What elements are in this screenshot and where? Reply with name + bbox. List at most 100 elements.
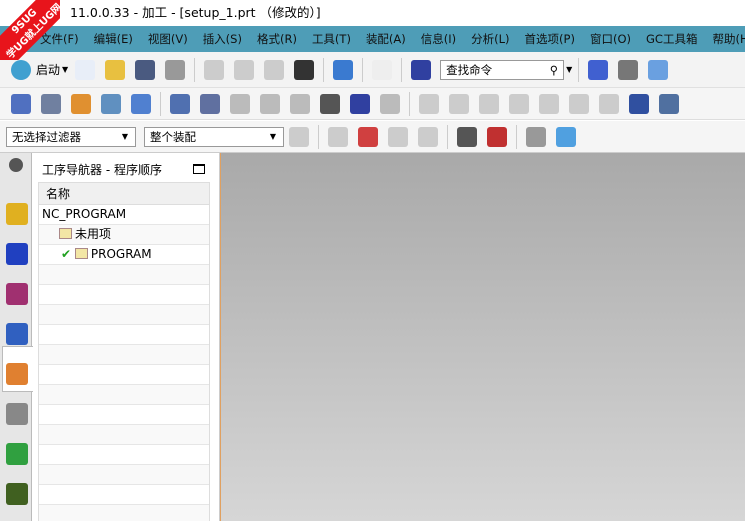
new-file-icon[interactable] — [75, 59, 96, 80]
machining-time-icon[interactable] — [659, 93, 679, 114]
tree-row-nc-program[interactable]: NC_PROGRAM — [39, 205, 209, 225]
info-icon[interactable] — [411, 59, 432, 80]
menu-item[interactable]: 工具(T) — [312, 31, 351, 47]
rename-icon[interactable] — [290, 93, 310, 114]
save-icon[interactable] — [135, 59, 156, 80]
empty-row — [39, 385, 209, 405]
empty-row — [39, 465, 209, 485]
open-folder-icon[interactable] — [105, 59, 126, 80]
empty-row — [39, 405, 209, 425]
shop-doc-icon[interactable] — [569, 93, 589, 114]
empty-row — [39, 265, 209, 285]
tree-row-unused[interactable]: 未用项 — [39, 225, 209, 245]
program-group-icon — [59, 228, 72, 239]
edit-object-icon[interactable] — [170, 93, 190, 114]
settings-gear-icon[interactable] — [9, 158, 23, 172]
operation-navigator-panel: 工序导航器 - 程序顺序 名称 NC_PROGRAM 未用项 ✔ PROGRAM — [33, 153, 220, 521]
menu-item[interactable]: 窗口(O) — [590, 31, 631, 47]
menu-item[interactable]: 编辑(E) — [94, 31, 133, 47]
toolbar-separator — [160, 91, 161, 116]
command-search-input[interactable]: 查找命令 ⚲ — [440, 59, 565, 80]
delete-icon[interactable] — [294, 59, 315, 80]
toolbar-separator — [401, 57, 403, 82]
start-button[interactable]: 启动 — [36, 61, 60, 78]
menu-item[interactable]: 视图(V) — [148, 31, 188, 47]
constraint-navigator-icon[interactable] — [6, 243, 28, 265]
watermark-logo: 9SUG 学UG就上UG网 — [0, 0, 60, 60]
menu-item[interactable]: 装配(A) — [366, 31, 406, 47]
snap-icon[interactable] — [328, 126, 348, 147]
shaded-cube-icon[interactable] — [648, 59, 669, 80]
fit-view-icon[interactable] — [588, 59, 609, 80]
render-style-icon[interactable] — [618, 59, 639, 80]
select-feature-icon[interactable] — [289, 126, 309, 147]
window-title: 11.0.0.33 - 加工 - [setup_1.prt （修改的）] — [0, 0, 745, 26]
snap-end-icon[interactable] — [418, 126, 438, 147]
navigator-tree: 名称 NC_PROGRAM 未用项 ✔ PROGRAM — [38, 182, 210, 521]
copy-object-icon[interactable] — [230, 93, 250, 114]
undo-icon[interactable] — [333, 59, 354, 80]
graphics-viewport[interactable] — [220, 153, 745, 521]
resource-bar — [0, 153, 33, 521]
empty-row — [39, 325, 209, 345]
empty-row — [39, 505, 209, 521]
empty-row — [39, 485, 209, 505]
hexagon-select-icon[interactable] — [457, 126, 477, 147]
create-geometry-icon[interactable] — [71, 93, 91, 114]
tree-row-program[interactable]: ✔ PROGRAM — [39, 245, 209, 265]
machine-tool-icon[interactable] — [6, 363, 28, 385]
assembly-navigator-icon[interactable] — [6, 203, 28, 225]
replay-path-icon[interactable] — [449, 93, 469, 114]
empty-row — [39, 425, 209, 445]
menu-item[interactable]: 首选项(P) — [525, 31, 575, 47]
operation-navigator-icon[interactable] — [6, 323, 28, 345]
paste-object-icon[interactable] — [260, 93, 280, 114]
menu-item[interactable]: 帮助(H) — [712, 31, 745, 47]
menu-item[interactable]: GC工具箱 — [646, 31, 697, 47]
postprocess-icon[interactable] — [539, 93, 559, 114]
rect-select-icon[interactable] — [487, 126, 507, 147]
blank-doc-icon[interactable] — [372, 59, 393, 80]
object-info-icon[interactable] — [350, 93, 370, 114]
reuse-library-icon[interactable] — [6, 443, 28, 465]
display-object-icon[interactable] — [380, 93, 400, 114]
list-path-icon[interactable] — [509, 93, 529, 114]
empty-row — [39, 365, 209, 385]
toolbar-separator — [194, 57, 196, 82]
batch-process-icon[interactable] — [599, 93, 619, 114]
print-icon[interactable] — [165, 59, 186, 80]
history-eye-icon[interactable] — [6, 483, 28, 505]
eraser-icon[interactable] — [526, 126, 546, 147]
program-group-icon — [74, 248, 88, 259]
cut-object-icon[interactable] — [200, 93, 220, 114]
paste-icon[interactable] — [264, 59, 285, 80]
copy-icon[interactable] — [234, 59, 255, 80]
search-icon: ⚲ — [549, 62, 559, 77]
menu-item[interactable]: 格式(R) — [257, 31, 297, 47]
start-globe-icon[interactable] — [11, 59, 31, 80]
cut-icon[interactable] — [204, 59, 225, 80]
maximize-icon[interactable] — [193, 164, 205, 174]
machining-feature-icon[interactable] — [6, 403, 28, 425]
create-operation-icon[interactable] — [131, 93, 151, 114]
create-tool-icon[interactable] — [41, 93, 61, 114]
toolbar-separator — [323, 57, 325, 82]
toolbar-separator — [516, 124, 517, 149]
create-program-icon[interactable] — [11, 93, 31, 114]
menu-item[interactable]: 插入(S) — [203, 31, 242, 47]
menu-item[interactable]: 信息(I) — [421, 31, 456, 47]
verify-path-icon[interactable] — [479, 93, 499, 114]
generate-path-icon[interactable] — [419, 93, 439, 114]
assembly-scope-select[interactable]: 整个装配 ▼ — [144, 126, 284, 147]
empty-row — [39, 445, 209, 465]
column-header-name[interactable]: 名称 — [39, 183, 209, 205]
menu-item[interactable]: 分析(L) — [471, 31, 509, 47]
create-method-icon[interactable] — [101, 93, 121, 114]
point-filter-icon[interactable] — [358, 126, 378, 147]
snap-point-icon[interactable] — [388, 126, 408, 147]
report-icon[interactable] — [629, 93, 649, 114]
delete-object-icon[interactable] — [320, 93, 340, 114]
cube-view-icon[interactable] — [556, 126, 576, 147]
type-filter-select[interactable]: 无选择过滤器 ▼ — [6, 126, 136, 147]
part-navigator-icon[interactable] — [6, 283, 28, 305]
